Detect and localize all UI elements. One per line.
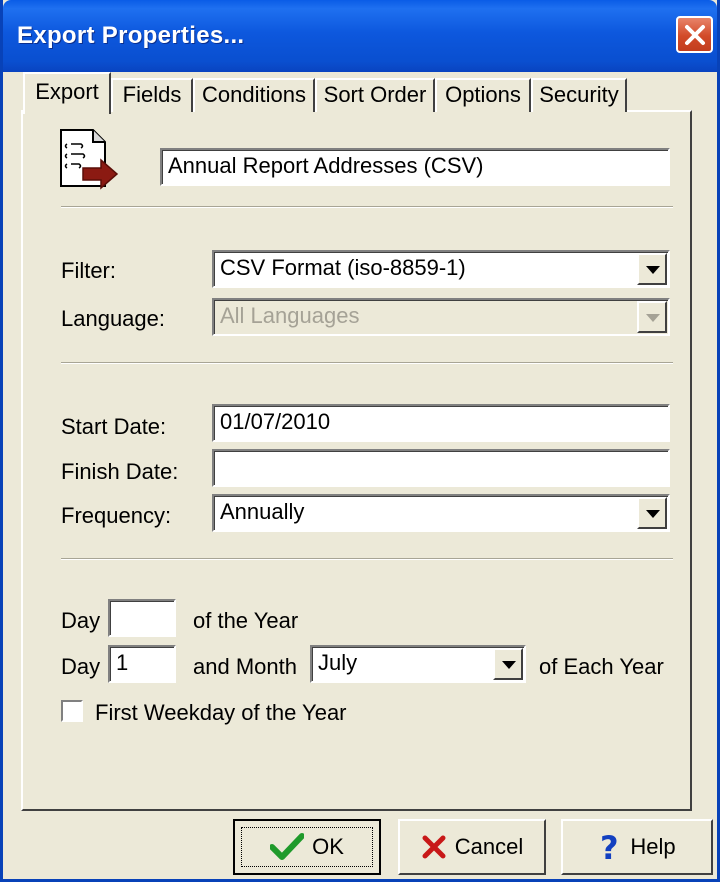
of-the-year-label: of the Year xyxy=(193,608,299,633)
of-each-year-label: of Each Year xyxy=(539,654,664,679)
start-date-input[interactable]: 01/07/2010 xyxy=(212,404,670,442)
close-icon xyxy=(685,25,705,45)
frequency-value: Annually xyxy=(220,499,305,524)
month-select[interactable]: July xyxy=(310,645,526,683)
filter-dropdown-button[interactable] xyxy=(637,253,667,285)
language-select: All Languages xyxy=(212,298,670,336)
title-bar: Export Properties... xyxy=(3,0,717,72)
checkmark-icon xyxy=(270,833,305,860)
tab-security[interactable]: Security xyxy=(531,78,627,112)
tab-fields[interactable]: Fields xyxy=(111,78,193,112)
separator xyxy=(61,206,673,208)
cancel-label: Cancel xyxy=(454,834,524,859)
day-of-month-input[interactable]: 1 xyxy=(108,645,176,683)
help-label: Help xyxy=(630,834,676,859)
frequency-select[interactable]: Annually xyxy=(212,494,670,532)
window-title: Export Properties... xyxy=(17,22,245,49)
day-of-year-input[interactable] xyxy=(108,599,176,637)
svg-text:?: ? xyxy=(600,831,619,863)
x-icon xyxy=(422,835,446,859)
separator xyxy=(61,362,673,364)
chevron-down-icon xyxy=(646,314,660,322)
tab-conditions[interactable]: Conditions xyxy=(193,78,315,112)
and-month-label: and Month xyxy=(193,654,297,679)
tab-export[interactable]: Export xyxy=(23,72,111,114)
ok-label: OK xyxy=(312,834,344,859)
ok-button[interactable]: OK xyxy=(233,819,381,875)
first-weekday-label: First Weekday of the Year xyxy=(95,700,347,725)
filter-select[interactable]: CSV Format (iso-8859-1) xyxy=(212,250,670,288)
cancel-button[interactable]: Cancel xyxy=(398,819,546,875)
language-label: Language: xyxy=(61,306,165,331)
month-value: July xyxy=(318,650,358,675)
filter-label: Filter: xyxy=(61,258,116,283)
close-button[interactable] xyxy=(676,16,713,53)
language-dropdown-button xyxy=(637,301,667,333)
first-weekday-checkbox[interactable] xyxy=(61,700,83,722)
day-label: Day xyxy=(61,608,101,633)
chevron-down-icon xyxy=(646,266,660,274)
chevron-down-icon xyxy=(646,510,660,518)
chevron-down-icon xyxy=(502,661,516,669)
export-document-icon xyxy=(60,129,119,190)
tab-sort-order[interactable]: Sort Order xyxy=(315,78,435,112)
help-button[interactable]: ? Help xyxy=(561,819,713,875)
filter-value: CSV Format (iso-8859-1) xyxy=(220,255,466,280)
export-name-input[interactable]: Annual Report Addresses (CSV) xyxy=(160,148,670,186)
month-dropdown-button[interactable] xyxy=(493,648,523,680)
export-properties-dialog: Export Properties... Export Fields Condi… xyxy=(0,0,720,882)
tab-options[interactable]: Options xyxy=(435,78,531,112)
frequency-label: Frequency: xyxy=(61,503,172,528)
language-value: All Languages xyxy=(220,303,360,328)
day-label: Day xyxy=(61,654,101,679)
frequency-dropdown-button[interactable] xyxy=(637,497,667,529)
question-mark-icon: ? xyxy=(600,831,619,863)
start-date-label: Start Date: xyxy=(61,414,167,439)
separator xyxy=(61,558,673,560)
finish-date-label: Finish Date: xyxy=(61,459,179,484)
finish-date-input[interactable] xyxy=(212,449,670,487)
